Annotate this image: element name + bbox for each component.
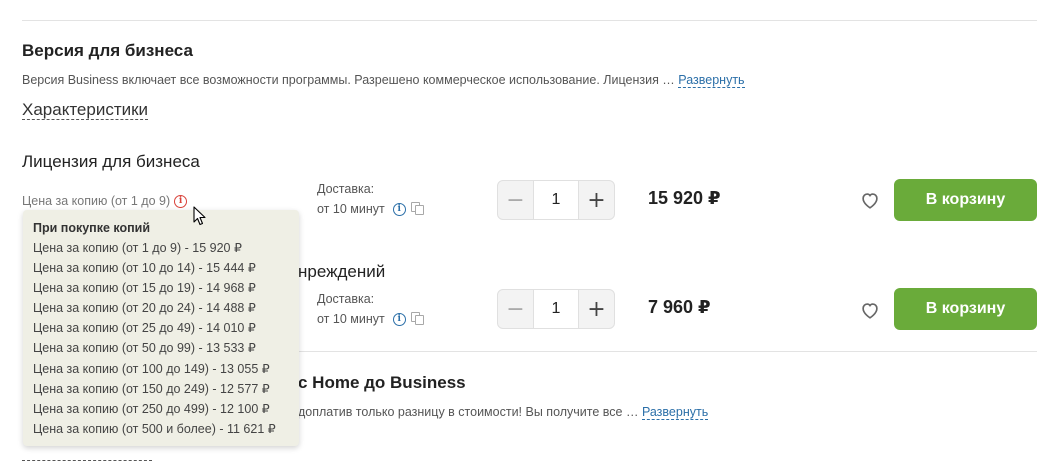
heart-icon[interactable]	[859, 299, 881, 321]
top-divider	[22, 20, 1037, 21]
increase-button[interactable]: +	[579, 290, 614, 328]
section-description: Версия Business включает все возможности…	[22, 73, 745, 88]
copy-icon[interactable]	[410, 312, 425, 326]
section-description-text: Версия Business включает все возможности…	[22, 73, 675, 87]
delivery-label: Доставка:	[317, 182, 375, 196]
tooltip-row: Цена за копию (от 10 до 14) - 15 444 ₽	[33, 261, 256, 276]
tooltip-row: Цена за копию (от 20 до 24) - 14 488 ₽	[33, 301, 256, 316]
add-to-cart-button[interactable]: В корзину	[894, 179, 1037, 221]
upgrade-description: доплатив только разницу в стоимости! Вы …	[298, 405, 709, 420]
tooltip-row: Цена за копию (от 150 до 249) - 12 577 ₽	[33, 381, 270, 396]
info-icon[interactable]: i	[392, 312, 406, 326]
delivery-time-text: от 10 минут	[317, 202, 385, 216]
delivery-label: Доставка:	[317, 292, 375, 306]
quantity-value[interactable]: 1	[533, 181, 579, 219]
price-per-copy-label: Цена за копию (от 1 до 9) i	[22, 194, 188, 209]
tooltip-row: Цена за копию (от 500 и более) - 11 621 …	[33, 421, 276, 436]
product-name: Лицензия для бизнеса	[22, 152, 200, 171]
add-to-cart-button[interactable]: В корзину	[894, 288, 1037, 330]
decrease-button[interactable]: −	[498, 181, 533, 219]
price-per-copy-text: Цена за копию (от 1 до 9)	[22, 194, 171, 208]
delivery-time-text: от 10 минут	[317, 312, 385, 326]
tooltip-row: Цена за копию (от 100 до 149) - 13 055 ₽	[33, 361, 270, 376]
decrease-button[interactable]: −	[498, 290, 533, 328]
delivery-time: от 10 минут i	[317, 312, 425, 326]
copy-icon[interactable]	[410, 202, 425, 216]
divider	[298, 351, 1037, 352]
delivery-time: от 10 минут i	[317, 202, 425, 216]
characteristics-link[interactable]: Характеристики	[22, 100, 149, 120]
mouse-pointer-icon	[193, 206, 206, 226]
price-tiers-tooltip: При покупке копий Цена за копию (от 1 до…	[23, 210, 299, 446]
tooltip-row: Цена за копию (от 50 до 99) - 13 533 ₽	[33, 341, 256, 356]
product-name: нреждений	[298, 262, 386, 281]
product-price: 15 920 ₽	[648, 188, 721, 208]
tooltip-title: При покупке копий	[33, 221, 151, 235]
quantity-stepper: − 1 +	[497, 180, 615, 220]
tooltip-row: Цена за копию (от 15 до 19) - 14 968 ₽	[33, 281, 256, 296]
section-title: Версия для бизнеса	[22, 41, 193, 60]
expand-link[interactable]: Развернуть	[641, 405, 709, 420]
upgrade-title: с Home до Business	[298, 373, 466, 392]
expand-link[interactable]: Развернуть	[678, 73, 745, 88]
info-icon[interactable]: i	[392, 202, 406, 216]
info-icon[interactable]: i	[174, 195, 188, 209]
increase-button[interactable]: +	[579, 181, 614, 219]
heart-icon[interactable]	[859, 189, 881, 211]
product-price: 7 960 ₽	[648, 297, 711, 317]
upgrade-description-text: доплатив только разницу в стоимости! Вы …	[298, 405, 639, 419]
quantity-stepper: − 1 +	[497, 289, 615, 329]
tooltip-row: Цена за копию (от 250 до 499) - 12 100 ₽	[33, 401, 270, 416]
tooltip-row: Цена за копию (от 1 до 9) - 15 920 ₽	[33, 241, 242, 255]
tooltip-row: Цена за копию (от 25 до 49) - 14 010 ₽	[33, 321, 256, 336]
quantity-value[interactable]: 1	[533, 290, 579, 328]
